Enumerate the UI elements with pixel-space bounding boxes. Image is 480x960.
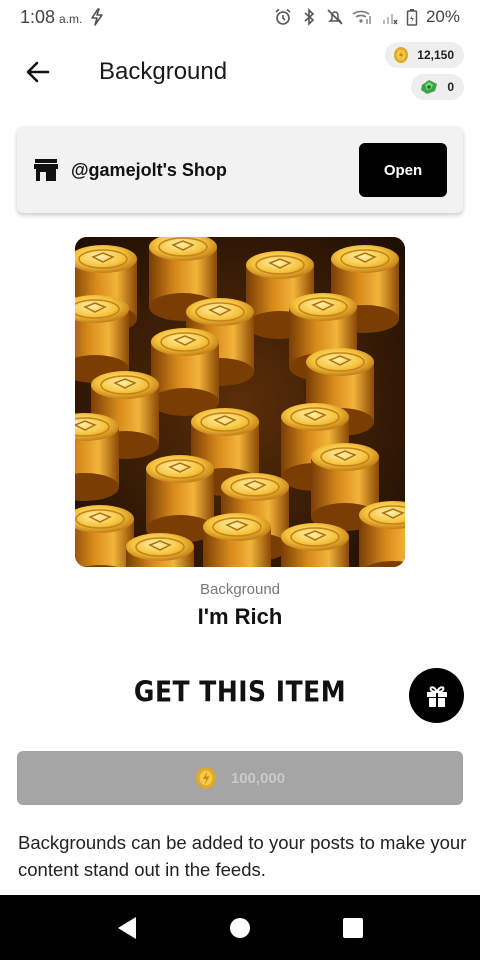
shop-card[interactable]: @gamejolt's Shop Open [17,127,463,213]
wallet: 12,150 0 [385,42,464,100]
open-shop-button[interactable]: Open [359,143,447,197]
status-left: 1:08 a.m. [20,7,106,28]
bluetooth-icon [304,8,315,26]
app-bar: Background 12,150 0 [0,34,480,110]
coin-icon [195,767,216,789]
nav-back-button[interactable] [107,908,147,948]
get-item-heading: GET THIS ITEM [133,674,347,709]
nav-home-button[interactable] [220,908,260,948]
status-bar: 1:08 a.m. 20% [0,0,480,34]
coin-balance[interactable]: 12,150 [385,42,464,68]
signal-icon [382,14,398,25]
square-recents-icon [343,917,364,938]
gem-icon [421,80,438,94]
gold-coins-image [75,237,405,567]
system-nav-bar [0,895,480,960]
status-time: 1:08 [20,6,56,27]
page-title: Background [99,58,228,85]
battery-level: 20% [425,7,460,26]
nav-recents-button[interactable] [333,908,373,948]
alarm-icon [275,8,291,25]
triangle-back-icon [117,916,136,939]
shop-name: @gamejolt's Shop [71,159,227,180]
gem-count: 0 [447,80,454,94]
price-label: 100,000 [230,769,286,787]
item-preview-image [75,237,405,567]
arrow-left-icon [26,61,50,83]
item-description: Backgrounds can be added to your posts t… [18,832,467,880]
circle-home-icon [229,917,250,938]
back-button[interactable] [16,52,60,92]
mute-icon [327,9,343,25]
battery-icon [406,9,418,26]
coin-count: 12,150 [417,48,454,62]
status-right: 20% [274,7,460,27]
buy-with-coins-button[interactable]: 100,000 [17,751,463,805]
status-ampm: a.m. [59,11,83,26]
gift-button[interactable] [409,668,464,723]
store-icon [34,159,58,181]
flash-icon [91,8,104,26]
gem-balance[interactable]: 0 [411,74,464,100]
item-kind-label: Background [199,581,281,598]
wifi-icon [352,10,371,24]
coin-icon [394,47,409,63]
gift-icon [426,685,447,707]
item-name: I'm Rich [197,604,283,629]
